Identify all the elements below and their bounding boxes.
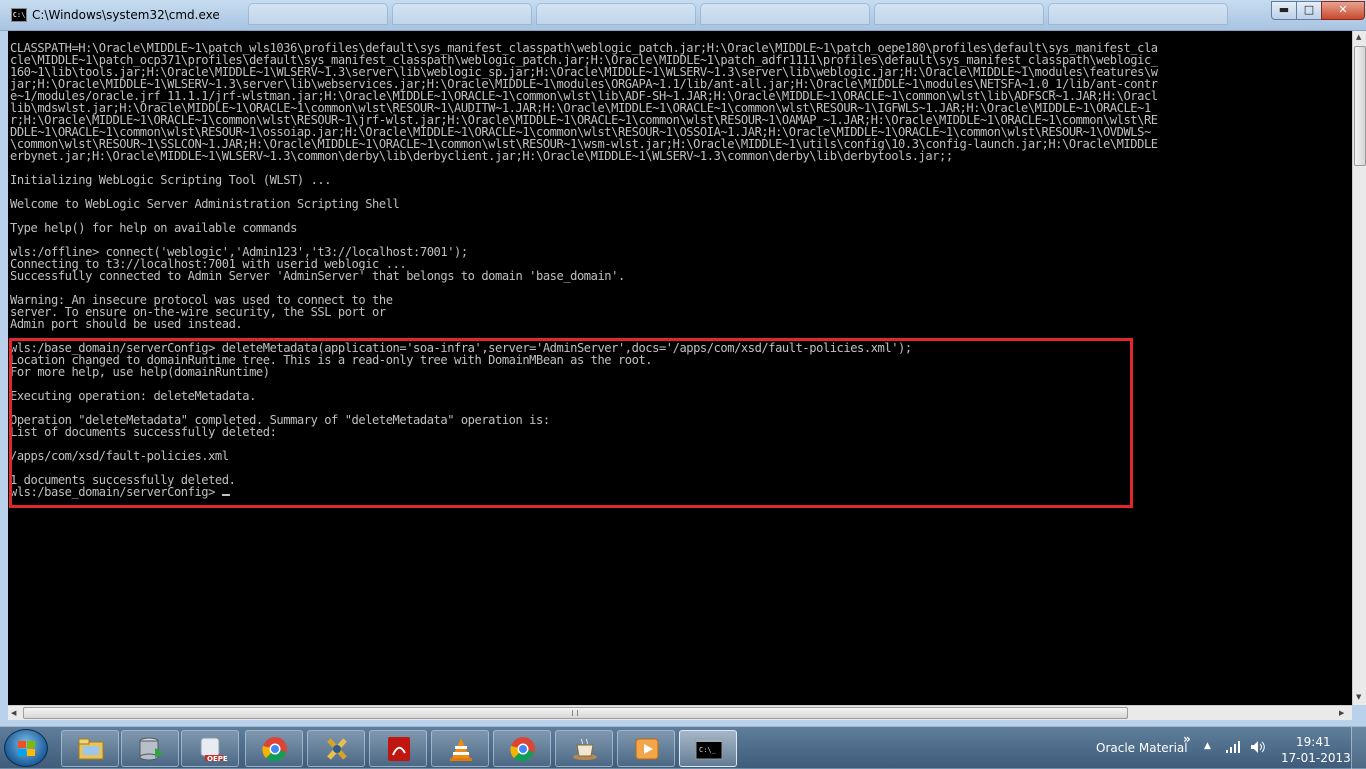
title-bar[interactable]: C:\ C:\Windows\system32\cmd.exe ▬ □ ✕ [0,0,1366,31]
toolbar-label[interactable]: Oracle Material [1096,741,1188,755]
scroll-left-icon[interactable]: ◀ [11,709,16,717]
taskbar-coffee[interactable] [555,730,613,767]
cmd-icon[interactable]: C:\ [11,8,27,22]
taskbar-oepe[interactable]: OEPE [181,730,239,767]
background-tab [536,3,696,25]
horizontal-scrollbar[interactable]: ◀ ▶ [8,705,1352,720]
start-button[interactable] [4,729,48,767]
windows-logo-icon [18,741,36,757]
background-tab [392,3,532,25]
svg-text:C:\_: C:\_ [699,746,717,754]
console-line: Admin port should be used instead. [10,317,243,331]
oepe-label: OEPE [207,755,228,763]
maximize-button[interactable]: □ [1296,1,1322,20]
command-prompt-icon: C:\_ [695,738,723,760]
console-line: erbynet.jar;H:\Oracle\MIDDLE~1\WLSERV~1.… [10,149,953,163]
tools-icon [327,738,347,760]
taskbar-chrome[interactable] [245,730,303,767]
taskbar-acrobat[interactable] [369,730,427,767]
grip-icon [572,710,578,716]
scroll-right-icon[interactable]: ▶ [1339,709,1344,717]
database-icon [139,737,163,761]
taskbar: OEPE C:\_ Oracle Material » ▲ 19:41 17-0… [0,726,1366,769]
vertical-scrollbar[interactable]: ▲ ▼ [1352,31,1366,705]
scroll-up-icon[interactable]: ▲ [1356,33,1361,41]
console-line: Type help() for help on available comman… [10,221,297,235]
taskbar-tools[interactable] [307,730,365,767]
highlight-box [9,338,1133,508]
minimize-button[interactable]: ▬ [1271,1,1297,20]
background-tab [700,3,870,25]
taskbar-database[interactable] [121,730,179,767]
network-signal-icon[interactable] [1225,740,1241,754]
pdf-icon [388,737,410,761]
background-tab [874,3,1044,25]
taskbar-explorer[interactable] [61,730,119,767]
cmd-window: C:\ C:\Windows\system32\cmd.exe ▬ □ ✕ CL… [0,0,1366,726]
show-desktop-button[interactable] [1351,727,1366,769]
scroll-down-icon[interactable]: ▼ [1356,693,1361,701]
background-tab [248,3,388,25]
coffee-cup-icon [573,738,597,760]
toolbar-chevron-icon[interactable]: » [1183,732,1191,746]
media-player-icon [635,738,659,760]
clock-date[interactable]: 17-01-2013 [1281,751,1351,765]
speaker-icon[interactable] [1250,740,1266,754]
taskbar-media[interactable] [617,730,675,767]
window-title: C:\Windows\system32\cmd.exe [32,8,220,22]
console-line: Successfully connected to Admin Server '… [10,269,625,283]
vertical-scroll-thumb[interactable] [1354,46,1366,166]
horizontal-scroll-thumb[interactable] [23,707,1128,719]
background-tab [1048,3,1228,25]
taskbar-cmd[interactable]: C:\_ [679,730,737,767]
console-line: Welcome to WebLogic Server Administratio… [10,197,400,211]
console-line: Initializing WebLogic Scripting Tool (WL… [10,173,332,187]
close-button[interactable]: ✕ [1321,1,1365,20]
taskbar-vlc[interactable] [431,730,489,767]
taskbar-chrome-2[interactable] [493,730,551,767]
vlc-cone-icon [450,738,472,761]
folder-icon [78,738,104,760]
chrome-icon [262,737,287,762]
clock-time[interactable]: 19:41 [1296,735,1331,749]
show-hidden-icons-icon[interactable]: ▲ [1204,741,1211,751]
chrome-icon [510,737,535,762]
